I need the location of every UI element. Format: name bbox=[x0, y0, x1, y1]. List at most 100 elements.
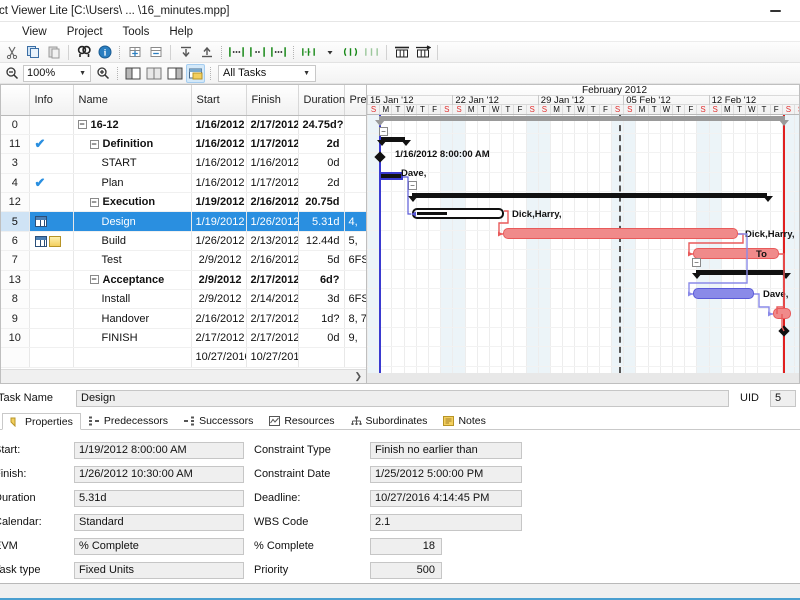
task-row-name[interactable]: −Acceptance bbox=[73, 270, 191, 289]
task-row-id[interactable]: 13 bbox=[1, 270, 29, 289]
scroll-right-icon[interactable]: ❯ bbox=[354, 371, 366, 382]
property-value-input[interactable]: 1/19/2012 8:00:00 AM bbox=[74, 442, 244, 459]
task-row-finish[interactable]: 1/26/2012 bbox=[246, 212, 298, 231]
task-row-name[interactable]: −Definition bbox=[73, 134, 191, 153]
task-row-finish[interactable]: 2/17/2012 bbox=[246, 270, 298, 289]
table-row[interactable]: 3START1/16/20121/16/20120d bbox=[1, 154, 366, 173]
split-right-icon[interactable] bbox=[165, 64, 184, 83]
copy-icon[interactable] bbox=[23, 43, 42, 62]
task-row-id[interactable]: 8 bbox=[1, 290, 29, 309]
task-row-predecessors[interactable] bbox=[344, 134, 366, 153]
property-value-input[interactable]: % Complete bbox=[74, 538, 244, 555]
task-row-finish[interactable]: 1/17/2012 bbox=[246, 173, 298, 192]
task-row-duration[interactable]: 0d bbox=[298, 328, 344, 347]
find-icon[interactable] bbox=[74, 43, 93, 62]
task-row-id[interactable]: 7 bbox=[1, 251, 29, 270]
task-row-duration[interactable]: 6d? bbox=[298, 270, 344, 289]
property-value-input-secondary[interactable]: 18 bbox=[370, 538, 442, 555]
task-row-finish[interactable]: 2/17/2012 bbox=[246, 309, 298, 328]
task-row-info[interactable] bbox=[29, 193, 73, 212]
table-row[interactable]: 9Handover2/16/20122/17/20121d?8, 7, bbox=[1, 309, 366, 328]
task-row-predecessors[interactable]: 5, bbox=[344, 231, 366, 250]
task-row-duration[interactable]: 20.75d bbox=[298, 193, 344, 212]
table-row[interactable]: 5Design1/19/20121/26/20125.31d4, bbox=[1, 212, 366, 231]
task-row-info[interactable] bbox=[29, 328, 73, 347]
tab-successors[interactable]: Successors bbox=[176, 412, 261, 429]
task-row-name[interactable]: Build bbox=[73, 231, 191, 250]
task-row-duration[interactable]: 2d bbox=[298, 134, 344, 153]
info-icon[interactable]: i bbox=[95, 43, 114, 62]
task-row-info[interactable] bbox=[29, 115, 73, 134]
task-row-info[interactable]: ✔ bbox=[29, 173, 73, 192]
collapse-all-icon[interactable] bbox=[146, 43, 165, 62]
menu-item-project[interactable]: Project bbox=[57, 24, 113, 40]
column-header-start[interactable]: Start bbox=[191, 85, 246, 115]
task-row-predecessors[interactable] bbox=[344, 348, 366, 367]
timescale-dropdown-icon[interactable] bbox=[320, 43, 339, 62]
task-row-predecessors[interactable]: 4, bbox=[344, 212, 366, 231]
task-row-start[interactable]: 2/9/2012 bbox=[191, 270, 246, 289]
fit-width-icon[interactable] bbox=[413, 43, 432, 62]
task-row-predecessors[interactable]: 6FS-2d, bbox=[344, 290, 366, 309]
task-row-id[interactable]: 12 bbox=[1, 193, 29, 212]
task-row-start[interactable]: 1/19/2012 bbox=[191, 193, 246, 212]
task-row-info[interactable] bbox=[29, 348, 73, 367]
task-row-name[interactable]: −16-12 bbox=[73, 115, 191, 134]
task-row-info[interactable] bbox=[29, 231, 73, 250]
task-row-predecessors[interactable]: 8, 7, bbox=[344, 309, 366, 328]
task-row-start[interactable]: 1/16/2012 bbox=[191, 134, 246, 153]
task-row-id[interactable]: 9 bbox=[1, 309, 29, 328]
tab-notes[interactable]: Notes bbox=[435, 412, 493, 429]
task-row-finish[interactable]: 1/16/2012 bbox=[246, 154, 298, 173]
task-row-duration[interactable]: 5.31d bbox=[298, 212, 344, 231]
outdent-up-icon[interactable] bbox=[197, 43, 216, 62]
zoom-level-combo[interactable]: 100% ▼ bbox=[23, 65, 91, 82]
task-row-finish[interactable]: 2/17/2012 bbox=[246, 115, 298, 134]
task-row-duration[interactable]: 0d bbox=[298, 154, 344, 173]
menu-item-tools[interactable]: Tools bbox=[113, 24, 160, 40]
tab-resources[interactable]: Resources bbox=[261, 412, 342, 429]
property-value-input-secondary[interactable]: 10/27/2016 4:14:45 PM bbox=[370, 490, 522, 507]
task-row-start[interactable]: 10/27/2016 bbox=[191, 348, 246, 367]
split-even-icon[interactable] bbox=[144, 64, 163, 83]
task-row-finish[interactable]: 2/17/2012 bbox=[246, 328, 298, 347]
task-row-predecessors[interactable] bbox=[344, 270, 366, 289]
task-row-id[interactable] bbox=[1, 348, 29, 367]
property-value-input[interactable]: 5.31d bbox=[74, 490, 244, 507]
task-row-predecessors[interactable]: 9, bbox=[344, 328, 366, 347]
property-value-input[interactable]: 1/26/2012 10:30:00 AM bbox=[74, 466, 244, 483]
task-row-id[interactable]: 0 bbox=[1, 115, 29, 134]
property-value-input-secondary[interactable]: 2.1 bbox=[370, 514, 522, 531]
task-row-predecessors[interactable] bbox=[344, 193, 366, 212]
menu-item-help[interactable]: Help bbox=[159, 24, 203, 40]
table-row[interactable]: 11✔−Definition1/16/20121/17/20122d bbox=[1, 134, 366, 153]
task-row-finish[interactable]: 2/14/2012 bbox=[246, 290, 298, 309]
task-row-name[interactable]: Test bbox=[73, 251, 191, 270]
timescale-zoom-in-icon[interactable] bbox=[362, 43, 381, 62]
zoom-out-icon[interactable] bbox=[2, 64, 21, 83]
grid-horizontal-scrollbar[interactable]: ❯ bbox=[1, 369, 366, 383]
task-row-id[interactable]: 3 bbox=[1, 154, 29, 173]
timescale-fit-icon[interactable] bbox=[341, 43, 360, 62]
task-row-predecessors[interactable] bbox=[344, 154, 366, 173]
task-row-start[interactable]: 2/17/2012 bbox=[191, 328, 246, 347]
expand-all-icon[interactable] bbox=[125, 43, 144, 62]
task-row-info[interactable] bbox=[29, 251, 73, 270]
task-row-info[interactable] bbox=[29, 154, 73, 173]
task-row-info[interactable] bbox=[29, 270, 73, 289]
task-row-duration[interactable]: 1d? bbox=[298, 309, 344, 328]
task-row-name[interactable]: −Execution bbox=[73, 193, 191, 212]
fit-columns-icon[interactable] bbox=[392, 43, 411, 62]
minimize-button[interactable] bbox=[758, 0, 792, 22]
property-value-input[interactable]: Fixed Units bbox=[74, 562, 244, 579]
task-row-name[interactable] bbox=[73, 348, 191, 367]
task-row-info[interactable] bbox=[29, 212, 73, 231]
indent-down-icon[interactable] bbox=[176, 43, 195, 62]
task-row-predecessors[interactable]: 6FS-2d, bbox=[344, 251, 366, 270]
table-row[interactable]: 7Test2/9/20122/16/20125d6FS-2d, bbox=[1, 251, 366, 270]
task-row-predecessors[interactable] bbox=[344, 115, 366, 134]
goto-end-icon[interactable] bbox=[269, 43, 288, 62]
column-header-finish[interactable]: Finish bbox=[246, 85, 298, 115]
row-expander[interactable]: − bbox=[90, 275, 99, 284]
task-row-start[interactable]: 1/26/2012 bbox=[191, 231, 246, 250]
